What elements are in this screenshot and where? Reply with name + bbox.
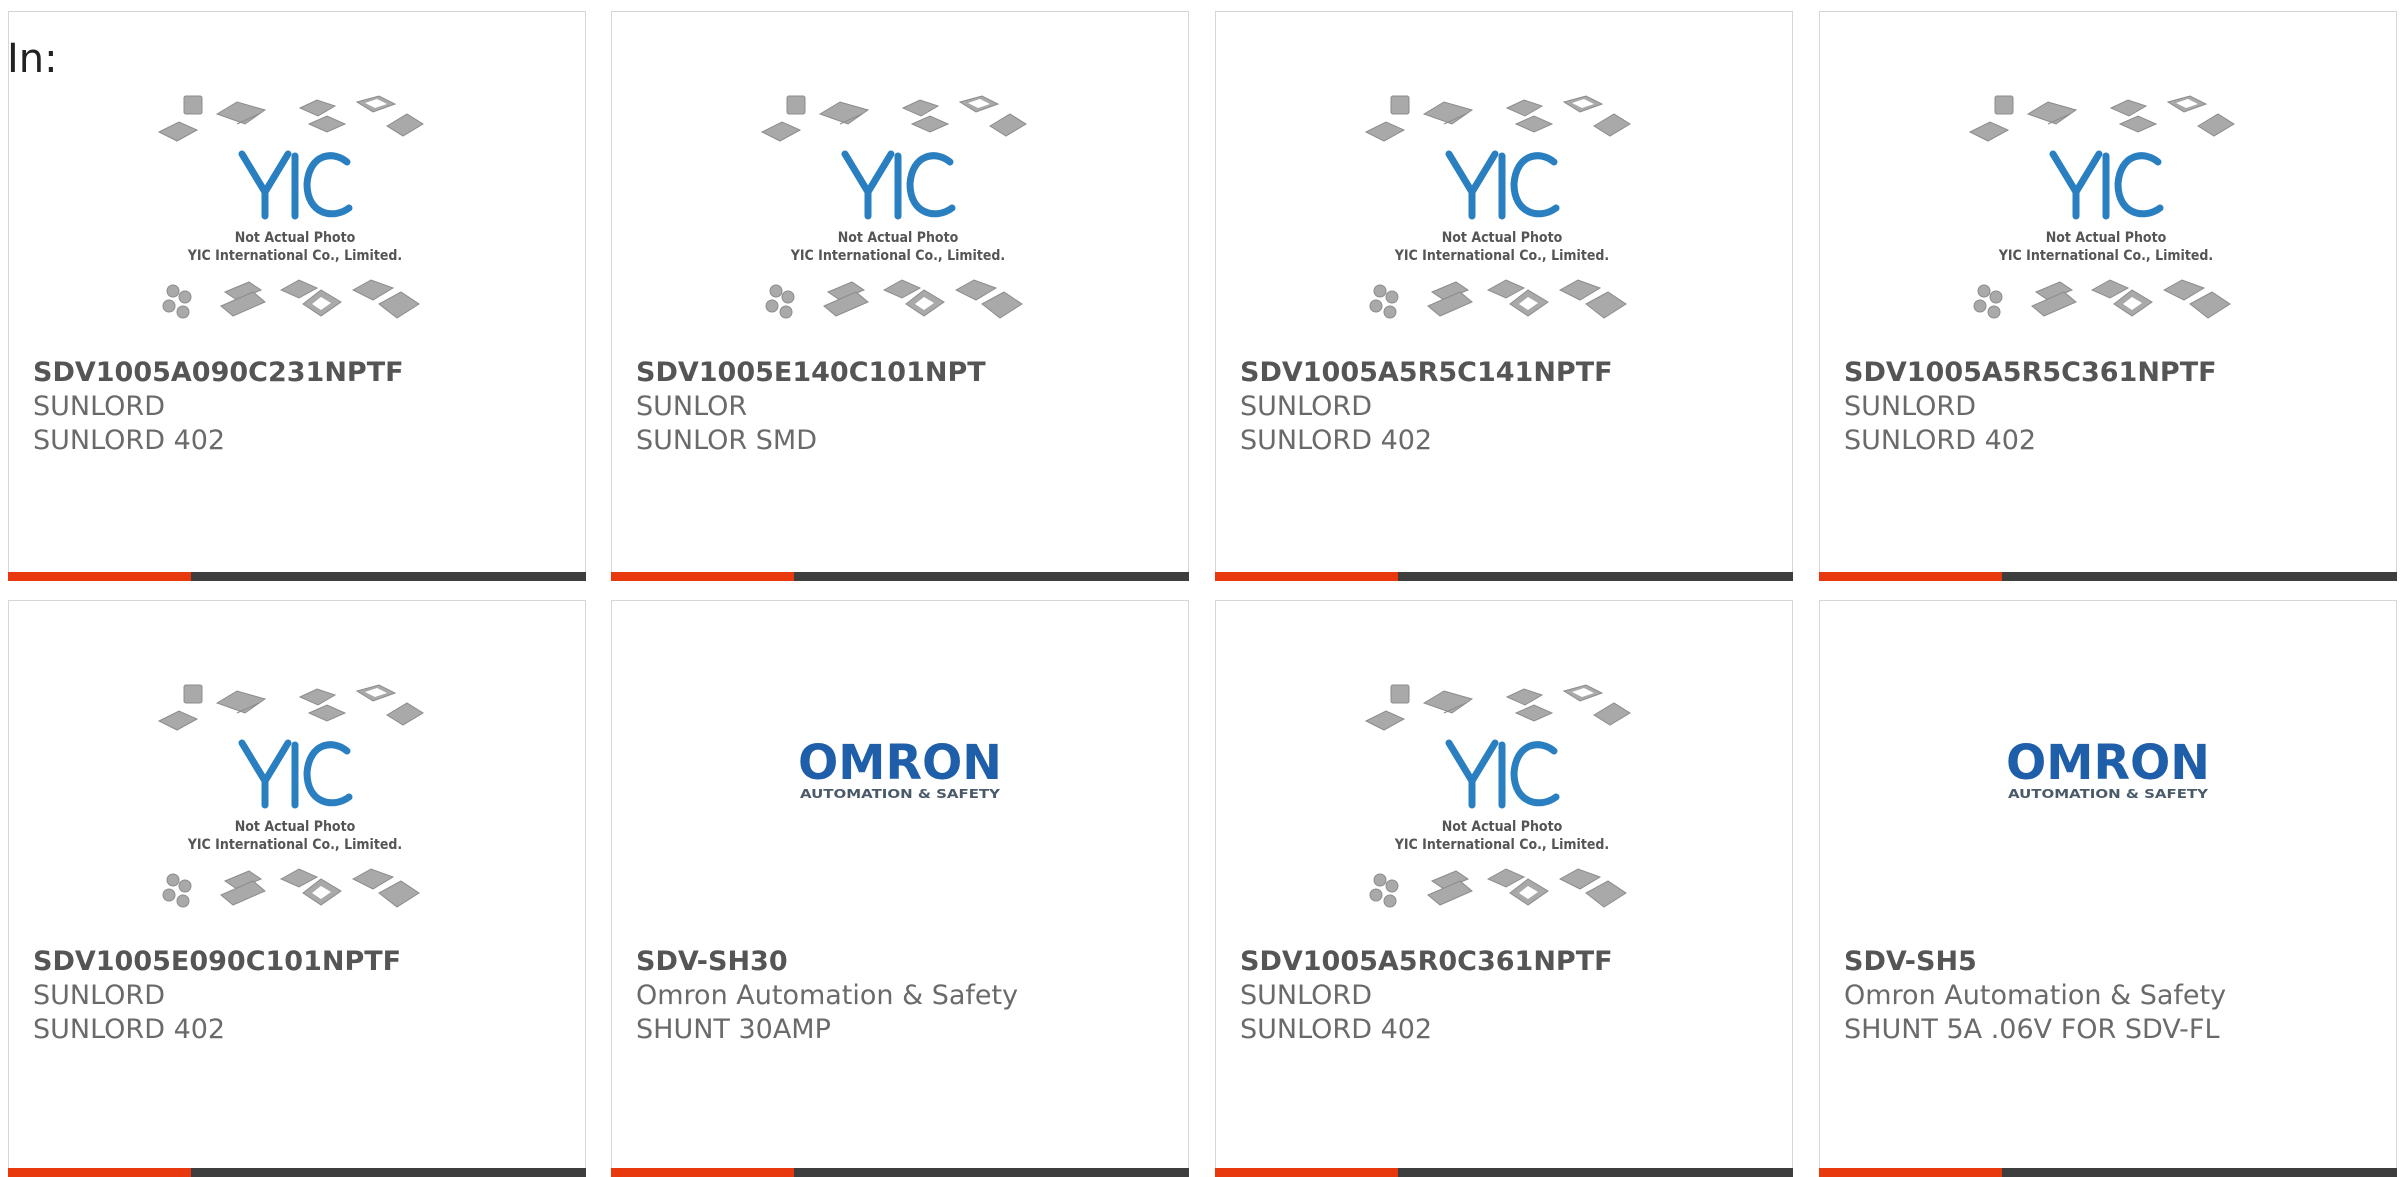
card-footer-bar <box>611 572 1189 581</box>
part-number[interactable]: SDV1005A5R5C141NPTF <box>1240 356 1780 390</box>
product-info: SDV1005A5R5C141NPTF SUNLORD SUNLORD 402 <box>1240 356 1780 458</box>
card-footer-accent <box>1215 1168 1398 1177</box>
product-info: SDV1005E090C101NPTF SUNLORD SUNLORD 402 <box>33 945 573 1047</box>
part-number[interactable]: SDV1005E090C101NPTF <box>33 945 573 979</box>
manufacturer-name: Omron Automation & Safety <box>1844 980 2227 1011</box>
part-number[interactable]: SDV1005A090C231NPTF <box>33 356 573 390</box>
omron-wordmark: OMRON <box>2006 739 2210 791</box>
product-info: SDV1005A5R5C361NPTF SUNLORD SUNLORD 402 <box>1844 356 2384 458</box>
card-footer-accent <box>8 572 191 581</box>
manufacturer-name: SUNLORD <box>1240 980 1372 1011</box>
product-card[interactable]: Not Actual Photo YIC International Co., … <box>8 600 586 1177</box>
yic-company-text: YIC International Co., Limited. <box>187 248 402 264</box>
product-image[interactable]: Not Actual Photo YIC International Co., … <box>1216 94 1792 354</box>
yic-placeholder-image: Not Actual Photo YIC International Co., … <box>157 95 424 319</box>
product-info: SDV1005E140C101NPT SUNLOR SUNLOR SMD <box>636 356 1176 458</box>
card-footer-bar <box>611 1168 1189 1177</box>
not-actual-photo-text: Not Actual Photo <box>1442 230 1563 246</box>
not-actual-photo-text: Not Actual Photo <box>235 230 356 246</box>
product-card[interactable]: Not Actual Photo YIC International Co., … <box>1215 600 1793 1177</box>
card-footer-bar <box>1819 572 2397 581</box>
card-footer-bar <box>8 572 586 581</box>
card-footer-bar <box>1819 1168 2397 1177</box>
product-description: SUNLORD 402 <box>1240 425 1433 456</box>
not-actual-photo-text: Not Actual Photo <box>1442 819 1563 835</box>
product-card[interactable]: Not Actual Photo YIC International Co., … <box>8 11 586 581</box>
manufacturer-name: SUNLORD <box>33 980 165 1011</box>
omron-tagline: AUTOMATION & SAFETY <box>2008 787 2208 801</box>
product-info: SDV-SH30 Omron Automation & Safety SHUNT 3… <box>636 945 1176 1047</box>
yic-company-text: YIC International Co., Limited. <box>1394 248 1609 264</box>
omron-logo-image: OMRON AUTOMATION & SAFETY <box>2006 739 2210 801</box>
yic-company-text: YIC International Co., Limited. <box>1998 248 2213 264</box>
manufacturer-name: SUNLORD <box>33 391 165 422</box>
product-image[interactable]: OMRON AUTOMATION & SAFETY <box>1820 683 2396 943</box>
yic-company-text: YIC International Co., Limited. <box>1394 837 1609 853</box>
product-description: SHUNT 30AMP <box>636 1014 831 1045</box>
part-number[interactable]: SDV1005A5R0C361NPTF <box>1240 945 1780 979</box>
product-image[interactable]: OMRON AUTOMATION & SAFETY <box>612 683 1188 943</box>
product-description: SUNLORD 402 <box>33 1014 226 1045</box>
card-footer-accent <box>1819 1168 2002 1177</box>
card-footer-bar <box>1215 1168 1793 1177</box>
yic-placeholder-image: Not Actual Photo YIC International Co., … <box>1968 95 2235 319</box>
product-image[interactable]: Not Actual Photo YIC International Co., … <box>9 683 585 943</box>
part-number[interactable]: SDV-SH30 <box>636 945 1176 979</box>
yic-placeholder-image: Not Actual Photo YIC International Co., … <box>1364 95 1631 319</box>
card-footer-accent <box>8 1168 191 1177</box>
yic-placeholder-image: Not Actual Photo YIC International Co., … <box>760 95 1027 319</box>
not-actual-photo-text: Not Actual Photo <box>838 230 959 246</box>
card-footer-bar <box>1215 572 1793 581</box>
card-footer-accent <box>611 1168 794 1177</box>
omron-wordmark: OMRON <box>798 739 1002 791</box>
product-grid: Not Actual Photo YIC International Co., … <box>0 0 2400 1177</box>
card-footer-accent <box>1215 572 1398 581</box>
product-description: SUNLORD 402 <box>1240 1014 1433 1045</box>
yic-placeholder-image: Not Actual Photo YIC International Co., … <box>1364 684 1631 908</box>
yic-placeholder-image: Not Actual Photo YIC International Co., … <box>157 684 424 908</box>
manufacturer-name: SUNLORD <box>1240 391 1372 422</box>
product-description: SUNLORD 402 <box>1844 425 2037 456</box>
yic-company-text: YIC International Co., Limited. <box>187 837 402 853</box>
product-image[interactable]: Not Actual Photo YIC International Co., … <box>1216 683 1792 943</box>
card-footer-bar <box>8 1168 586 1177</box>
product-image[interactable]: Not Actual Photo YIC International Co., … <box>1820 94 2396 354</box>
part-number[interactable]: SDV1005A5R5C361NPTF <box>1844 356 2384 390</box>
manufacturer-name: SUNLORD <box>1844 391 1976 422</box>
product-info: SDV-SH5 Omron Automation & Safety SHUNT 5A… <box>1844 945 2384 1047</box>
product-description: SUNLORD 402 <box>33 425 226 456</box>
part-number[interactable]: SDV-SH5 <box>1844 945 2384 979</box>
product-card[interactable]: OMRON AUTOMATION & SAFETY SDV-SH5 Omron A… <box>1819 600 2397 1177</box>
yic-company-text: YIC International Co., Limited. <box>790 248 1005 264</box>
product-card[interactable]: Not Actual Photo YIC International Co., … <box>1215 11 1793 581</box>
product-info: SDV1005A5R0C361NPTF SUNLORD SUNLORD 402 <box>1240 945 1780 1047</box>
product-description: SUNLOR SMD <box>636 425 817 456</box>
omron-tagline: AUTOMATION & SAFETY <box>800 787 1000 801</box>
omron-logo-image: OMRON AUTOMATION & SAFETY <box>798 739 1002 801</box>
card-footer-accent <box>611 572 794 581</box>
product-description: SHUNT 5A .06V FOR SDV-FL <box>1844 1014 2220 1045</box>
product-card[interactable]: OMRON AUTOMATION & SAFETY SDV-SH30 Omron … <box>611 600 1189 1177</box>
not-actual-photo-text: Not Actual Photo <box>2046 230 2167 246</box>
filter-in-label: In: <box>7 36 58 82</box>
product-image[interactable]: Not Actual Photo YIC International Co., … <box>612 94 1188 354</box>
manufacturer-name: SUNLOR <box>636 391 748 422</box>
manufacturer-name: Omron Automation & Safety <box>636 980 1019 1011</box>
not-actual-photo-text: Not Actual Photo <box>235 819 356 835</box>
product-info: SDV1005A090C231NPTF SUNLORD SUNLORD 402 <box>33 356 573 458</box>
product-card[interactable]: Not Actual Photo YIC International Co., … <box>611 11 1189 581</box>
card-footer-accent <box>1819 572 2002 581</box>
product-card[interactable]: Not Actual Photo YIC International Co., … <box>1819 11 2397 581</box>
part-number[interactable]: SDV1005E140C101NPT <box>636 356 1176 390</box>
product-image[interactable]: Not Actual Photo YIC International Co., … <box>9 94 585 354</box>
